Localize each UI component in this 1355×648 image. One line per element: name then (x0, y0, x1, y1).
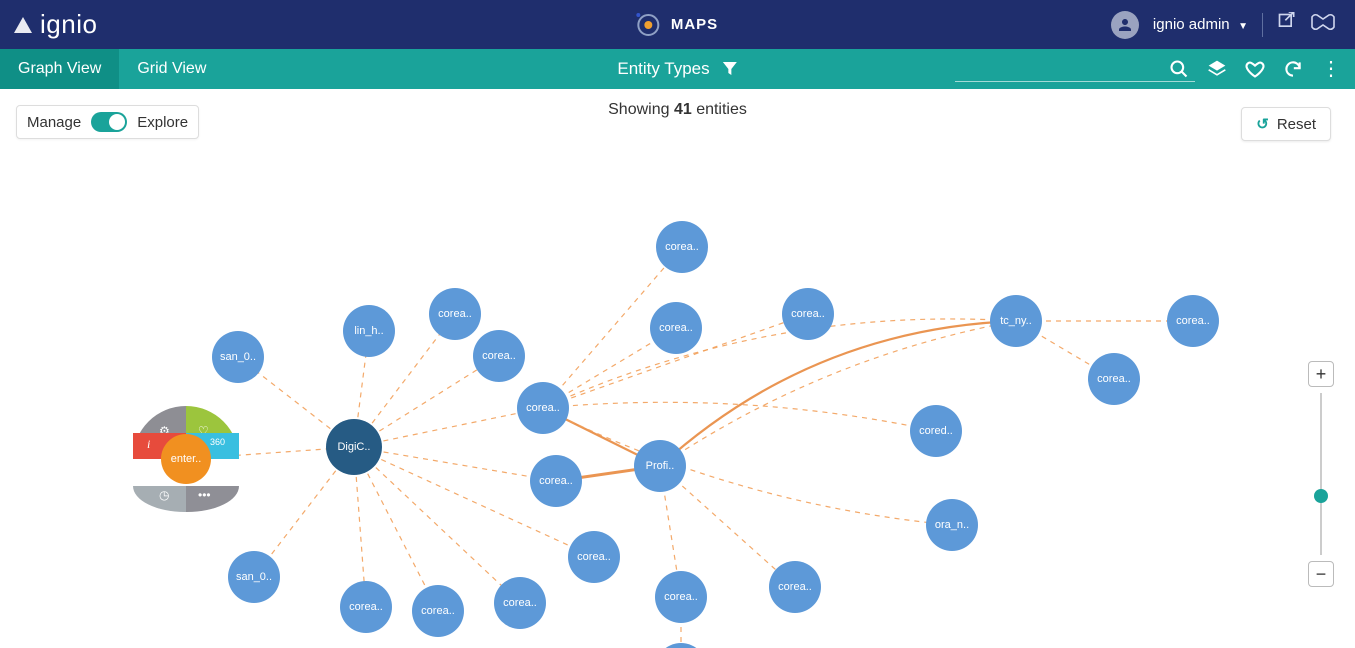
radial-menu: ⚙ ♡ i 360 ◷ ••• enter.. (133, 406, 239, 512)
graph-edge (660, 466, 795, 587)
logo-icon (14, 17, 32, 33)
clock-icon: ◷ (159, 488, 169, 502)
info-icon: i (147, 437, 150, 452)
graph-node[interactable] (412, 585, 464, 637)
graph-stage[interactable]: Showing 41 entities Manage Explore ↺ Res… (0, 89, 1355, 648)
graph-node[interactable] (990, 295, 1042, 347)
logo: ignio (0, 9, 97, 40)
graph-edge (543, 408, 952, 525)
heart-icon[interactable] (1245, 59, 1265, 79)
entity-types-filter[interactable]: Entity Types (617, 59, 737, 79)
logo-text: ignio (40, 9, 97, 40)
graph-node[interactable] (769, 561, 821, 613)
layers-icon[interactable] (1207, 59, 1227, 79)
separator (1262, 13, 1263, 37)
graph-node[interactable] (782, 288, 834, 340)
module-indicator: MAPS (637, 14, 718, 36)
graph-node[interactable] (343, 305, 395, 357)
popout-icon[interactable] (1277, 12, 1297, 37)
360-icon: 360 (210, 437, 225, 447)
toolbar: Graph View Grid View Entity Types ⋮ (0, 49, 1355, 89)
avatar-icon[interactable] (1111, 11, 1139, 39)
graph-edge (543, 402, 936, 431)
module-label: MAPS (671, 16, 718, 33)
maps-icon (637, 14, 659, 36)
zoom-control: + − (1307, 361, 1335, 587)
graph-node[interactable] (650, 302, 702, 354)
zoom-thumb[interactable] (1314, 489, 1328, 503)
graph-node[interactable] (910, 405, 962, 457)
radial-slice-more[interactable]: ••• (186, 486, 239, 513)
graph-node[interactable] (1167, 295, 1219, 347)
kebab-menu-icon[interactable]: ⋮ (1321, 62, 1341, 76)
graph-node[interactable] (228, 551, 280, 603)
tab-grid-view[interactable]: Grid View (119, 49, 224, 89)
graph-node[interactable] (326, 419, 382, 475)
zoom-out-button[interactable]: − (1308, 561, 1334, 587)
graph-edge (660, 321, 1016, 466)
tab-graph-view[interactable]: Graph View (0, 49, 119, 89)
graph-edge (543, 319, 1016, 408)
caret-down-icon: ▼ (1238, 21, 1248, 32)
graph-node[interactable] (212, 331, 264, 383)
user-menu[interactable]: ignio admin ▼ (1153, 16, 1248, 34)
radial-slice-history[interactable]: ◷ (133, 486, 186, 513)
graph-node[interactable] (1088, 353, 1140, 405)
graph-node[interactable] (568, 531, 620, 583)
zoom-in-button[interactable]: + (1308, 361, 1334, 387)
graph-node[interactable] (655, 643, 707, 648)
user-area: ignio admin ▼ (1111, 11, 1355, 39)
graph-node[interactable] (494, 577, 546, 629)
funnel-icon (722, 61, 738, 77)
graph-node[interactable] (429, 288, 481, 340)
user-label: ignio admin (1153, 16, 1230, 33)
graph-node[interactable] (517, 382, 569, 434)
mail-icon[interactable] (1311, 13, 1335, 36)
graph-node[interactable] (634, 440, 686, 492)
app-header: ignio MAPS ignio admin ▼ (0, 0, 1355, 49)
graph-node[interactable] (340, 581, 392, 633)
graph-node[interactable] (926, 499, 978, 551)
graph-node[interactable] (656, 221, 708, 273)
graph-edge (354, 408, 543, 447)
search-icon[interactable] (1169, 59, 1189, 79)
graph-node[interactable] (655, 571, 707, 623)
graph-edge (660, 321, 1016, 466)
graph-node[interactable] (530, 455, 582, 507)
filter-label: Entity Types (617, 59, 709, 79)
refresh-icon[interactable] (1283, 59, 1303, 79)
radial-center-node[interactable]: enter.. (161, 434, 211, 484)
search-underline[interactable] (955, 56, 1195, 82)
ellipsis-icon: ••• (198, 488, 211, 502)
zoom-track[interactable] (1320, 393, 1322, 555)
graph-canvas[interactable]: DigiC..san_0..lin_h..corea..corea..corea… (0, 89, 1355, 648)
graph-node[interactable] (473, 330, 525, 382)
